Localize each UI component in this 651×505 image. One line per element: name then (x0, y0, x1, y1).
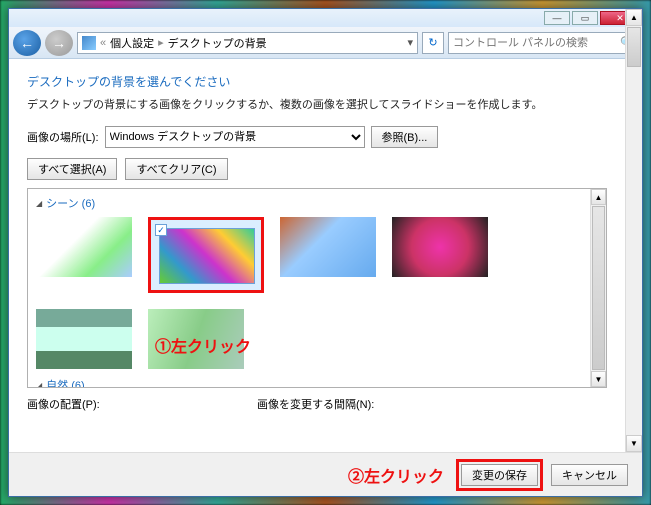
position-label: 画像の配置(P): (27, 396, 257, 412)
scroll-thumb[interactable] (592, 206, 605, 370)
content-area: デスクトップの背景を選んでください デスクトップの背景にする画像をクリックするか… (9, 59, 625, 452)
address-dropdown-icon[interactable]: ▾ (407, 36, 413, 49)
cancel-button[interactable]: キャンセル (551, 464, 628, 486)
chevron-right-icon: « (100, 37, 106, 49)
interval-label: 画像を変更する間隔(N): (257, 396, 374, 412)
navigation-bar: ← → « 個人設定 ▸ デスクトップの背景 ▾ ↻ 🔍 (9, 27, 642, 59)
annotation-1: ①左クリック (155, 333, 251, 357)
wallpaper-list: ◢ シーン (6) ✓ ◢ 自然 (6) (27, 188, 607, 388)
page-description: デスクトップの背景にする画像をクリックするか、複数の画像を選択してスライドショー… (27, 96, 607, 112)
collapse-icon: ◢ (36, 381, 42, 389)
titlebar: — ▭ ✕ (9, 9, 642, 27)
scroll-up-icon[interactable]: ▲ (626, 9, 642, 26)
group-header-nature[interactable]: ◢ 自然 (6) (36, 377, 586, 388)
wallpaper-thumbnail[interactable] (36, 217, 132, 277)
minimize-button[interactable]: — (544, 11, 570, 25)
annotation-highlight: 変更の保存 (456, 459, 543, 491)
clear-all-button[interactable]: すべてクリア(C) (125, 158, 227, 180)
control-panel-icon (82, 36, 96, 50)
refresh-button[interactable]: ↻ (422, 32, 444, 54)
footer: ②左クリック 変更の保存 キャンセル (9, 452, 642, 496)
forward-button: → (45, 30, 73, 56)
annotation-2: ②左クリック (348, 463, 444, 487)
scroll-down-icon[interactable]: ▼ (626, 435, 642, 452)
breadcrumb-item[interactable]: デスクトップの背景 (168, 35, 267, 51)
back-button[interactable]: ← (13, 30, 41, 56)
select-all-button[interactable]: すべて選択(A) (27, 158, 117, 180)
scroll-up-icon[interactable]: ▲ (591, 189, 606, 205)
wallpaper-thumbnail[interactable] (36, 309, 132, 369)
address-bar[interactable]: « 個人設定 ▸ デスクトップの背景 ▾ (77, 32, 418, 54)
location-label: 画像の場所(L): (27, 129, 99, 145)
window-scrollbar[interactable]: ▲ ▼ (625, 9, 642, 452)
group-header-scene[interactable]: ◢ シーン (6) (36, 195, 586, 211)
browse-button[interactable]: 参照(B)... (371, 126, 439, 148)
location-select[interactable]: Windows デスクトップの背景 (105, 126, 365, 148)
wallpaper-thumbnail[interactable] (280, 217, 376, 277)
window: — ▭ ✕ ← → « 個人設定 ▸ デスクトップの背景 ▾ ↻ 🔍 ▲ ▼ デ… (8, 8, 643, 497)
breadcrumb-item[interactable]: 個人設定 (110, 35, 154, 51)
checkbox-checked-icon[interactable]: ✓ (155, 224, 167, 236)
maximize-button[interactable]: ▭ (572, 11, 598, 25)
search-box[interactable]: 🔍 (448, 32, 638, 54)
page-heading: デスクトップの背景を選んでください (27, 73, 607, 90)
scroll-down-icon[interactable]: ▼ (591, 371, 606, 387)
collapse-icon: ◢ (36, 199, 42, 208)
save-button[interactable]: 変更の保存 (461, 464, 538, 486)
list-scrollbar[interactable]: ▲ ▼ (590, 189, 606, 387)
wallpaper-thumbnail-selected[interactable]: ✓ (148, 217, 264, 293)
wallpaper-thumbnail[interactable] (392, 217, 488, 277)
scroll-thumb[interactable] (627, 27, 641, 67)
chevron-right-icon: ▸ (158, 36, 164, 49)
search-input[interactable] (449, 37, 617, 49)
